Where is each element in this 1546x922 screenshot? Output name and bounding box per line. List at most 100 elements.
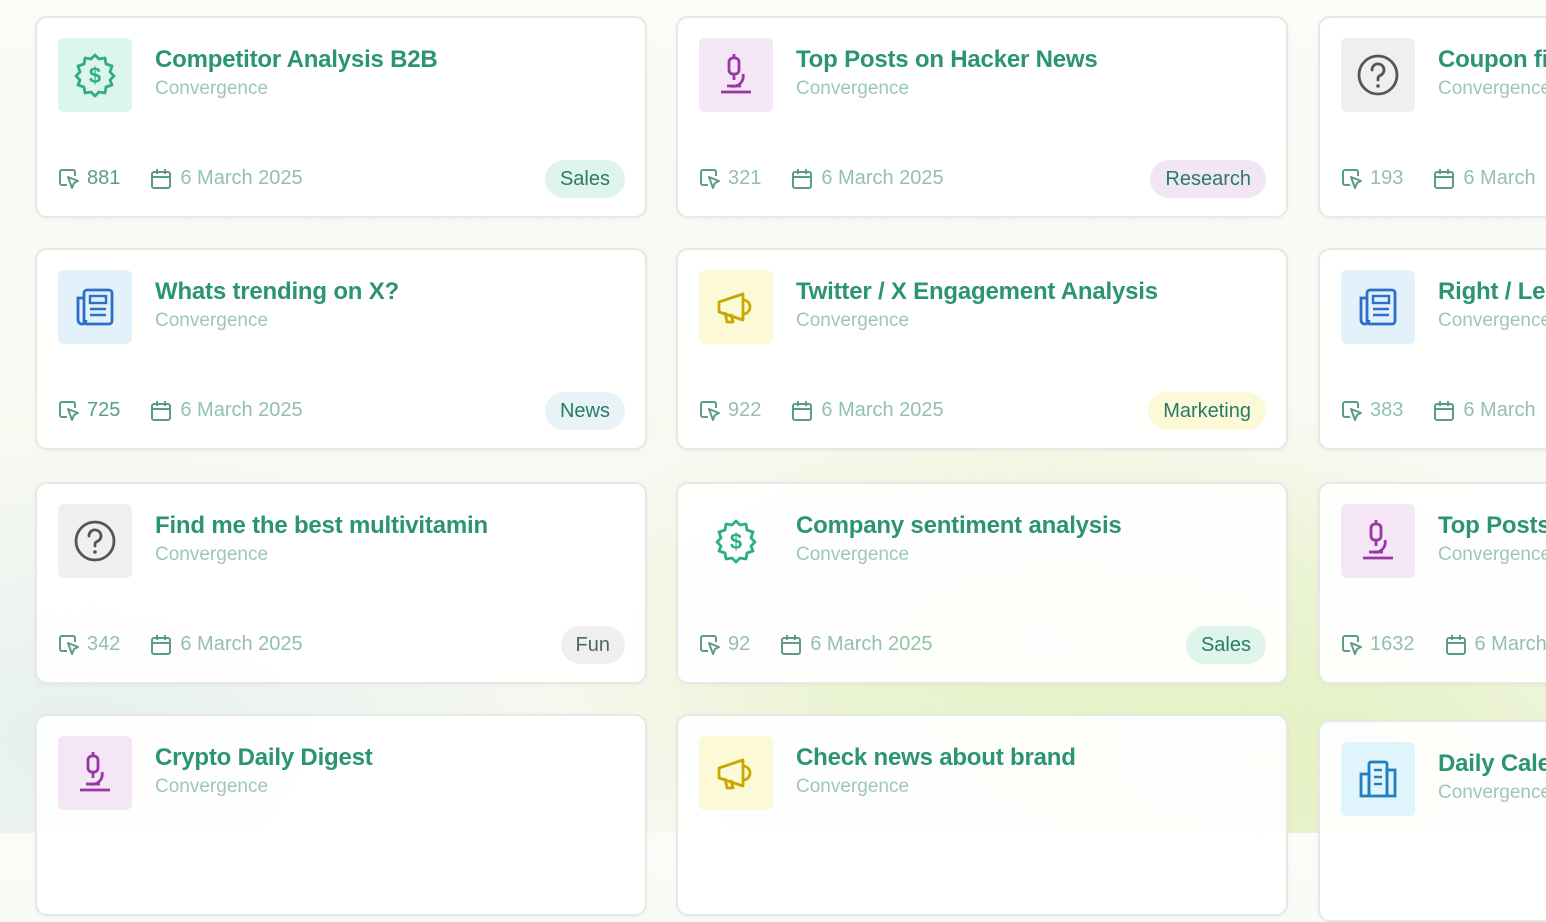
megaphone-icon	[699, 270, 773, 344]
card-title[interactable]: Check news about brand	[796, 744, 1276, 772]
megaphone-icon	[699, 736, 773, 810]
card-meta: 342 6 March 2025	[58, 633, 303, 656]
tag-badge[interactable]: Sales	[545, 160, 625, 198]
cursor-icon	[699, 168, 721, 190]
card-date: 6 March	[1463, 399, 1535, 422]
card-subtitle: Convergence	[796, 544, 909, 566]
card-title[interactable]: Coupon fi	[1438, 46, 1546, 74]
card-title[interactable]: Crypto Daily Digest	[155, 744, 635, 772]
tag-badge[interactable]: Research	[1150, 160, 1266, 198]
cursor-icon	[699, 400, 721, 422]
card-count: 92	[728, 633, 750, 656]
card-count: 881	[87, 167, 120, 190]
calendar-icon	[150, 400, 172, 422]
question-icon	[58, 504, 132, 578]
card-subtitle: Convergence	[796, 776, 909, 798]
card-multivitamin[interactable]: Find me the best multivitamin Convergenc…	[35, 482, 647, 684]
card-count: 342	[87, 633, 120, 656]
microscope-icon	[58, 736, 132, 810]
question-icon	[1341, 38, 1415, 112]
card-title[interactable]: Find me the best multivitamin	[155, 512, 635, 540]
card-title[interactable]: Twitter / X Engagement Analysis	[796, 278, 1276, 306]
card-subtitle: Convergence	[1438, 544, 1546, 566]
card-date: 6 March 2025	[821, 399, 943, 422]
card-meta: 321 6 March 2025	[699, 167, 944, 190]
calendar-icon	[1433, 168, 1455, 190]
cursor-icon	[58, 168, 80, 190]
tag-badge[interactable]: Sales	[1186, 626, 1266, 664]
card-title[interactable]: Competitor Analysis B2B	[155, 46, 635, 74]
svg-text:$: $	[89, 63, 101, 88]
calendar-icon	[780, 634, 802, 656]
card-title[interactable]: Whats trending on X?	[155, 278, 635, 306]
card-title[interactable]: Right / Le	[1438, 278, 1546, 306]
cursor-icon	[1341, 168, 1363, 190]
calendar-icon	[791, 400, 813, 422]
card-check-news-brand[interactable]: Check news about brand Convergence	[676, 714, 1288, 916]
card-subtitle: Convergence	[155, 776, 268, 798]
microscope-icon	[1341, 504, 1415, 578]
card-meta: 922 6 March 2025	[699, 399, 944, 422]
card-count: 383	[1370, 399, 1403, 422]
card-count: 321	[728, 167, 761, 190]
card-title[interactable]: Company sentiment analysis	[796, 512, 1276, 540]
card-meta: 92 6 March 2025	[699, 633, 933, 656]
calendar-icon	[1433, 400, 1455, 422]
card-crypto-digest[interactable]: Crypto Daily Digest Convergence	[35, 714, 647, 916]
card-subtitle: Convergence	[1438, 78, 1546, 100]
card-date: 6 March 2025	[810, 633, 932, 656]
card-subtitle: Convergence	[1438, 310, 1546, 332]
microscope-icon	[699, 38, 773, 112]
card-count: 725	[87, 399, 120, 422]
cursor-icon	[1341, 634, 1363, 656]
card-subtitle: Convergence	[796, 78, 909, 100]
cursor-icon	[1341, 400, 1363, 422]
card-meta: 1632 6 March	[1341, 633, 1546, 656]
dollar-icon: $	[58, 38, 132, 112]
cursor-icon	[699, 634, 721, 656]
card-date: 6 March	[1463, 167, 1535, 190]
card-coupon[interactable]: Coupon fi Convergence 193 6 March	[1318, 16, 1546, 218]
calendar-icon	[150, 168, 172, 190]
card-date: 6 March 2025	[180, 633, 302, 656]
calendar-icon	[791, 168, 813, 190]
card-date: 6 March 2025	[180, 167, 302, 190]
card-subtitle: Convergence	[155, 310, 268, 332]
card-top-posts-hn[interactable]: Top Posts on Hacker News Convergence 321…	[676, 16, 1288, 218]
card-count: 1632	[1370, 633, 1415, 656]
card-meta: 881 6 March 2025	[58, 167, 303, 190]
card-date: 6 March	[1475, 633, 1546, 656]
card-meta: 725 6 March 2025	[58, 399, 303, 422]
card-subtitle: Convergence	[155, 544, 268, 566]
card-date: 6 March 2025	[180, 399, 302, 422]
card-title[interactable]: Top Posts	[1438, 512, 1546, 540]
card-title[interactable]: Daily Cale	[1438, 750, 1546, 778]
card-subtitle: Convergence	[796, 310, 909, 332]
card-whats-trending[interactable]: Whats trending on X? Convergence 725 6 M…	[35, 248, 647, 450]
card-right-left[interactable]: Right / Le Convergence 383 6 March	[1318, 248, 1546, 450]
tag-badge[interactable]: News	[545, 392, 625, 430]
card-subtitle: Convergence	[1438, 782, 1546, 804]
tag-badge[interactable]: Fun	[561, 626, 625, 664]
cursor-icon	[58, 634, 80, 656]
tag-badge[interactable]: Marketing	[1148, 392, 1266, 430]
card-meta: 193 6 March	[1341, 167, 1536, 190]
svg-text:$: $	[730, 529, 742, 554]
calendar-icon	[1445, 634, 1467, 656]
card-daily-calendar[interactable]: Daily Cale Convergence	[1318, 720, 1546, 922]
card-twitter-engagement[interactable]: Twitter / X Engagement Analysis Converge…	[676, 248, 1288, 450]
card-top-posts[interactable]: Top Posts Convergence 1632 6 March	[1318, 482, 1546, 684]
newspaper-icon	[1341, 270, 1415, 344]
dollar-icon: $	[699, 504, 773, 578]
card-company-sentiment[interactable]: $ Company sentiment analysis Convergence…	[676, 482, 1288, 684]
card-count: 922	[728, 399, 761, 422]
card-count: 193	[1370, 167, 1403, 190]
card-date: 6 March 2025	[821, 167, 943, 190]
building-icon	[1341, 742, 1415, 816]
card-title[interactable]: Top Posts on Hacker News	[796, 46, 1276, 74]
card-competitor-analysis[interactable]: $ Competitor Analysis B2B Convergence 88…	[35, 16, 647, 218]
calendar-icon	[150, 634, 172, 656]
card-subtitle: Convergence	[155, 78, 268, 100]
newspaper-icon	[58, 270, 132, 344]
cursor-icon	[58, 400, 80, 422]
